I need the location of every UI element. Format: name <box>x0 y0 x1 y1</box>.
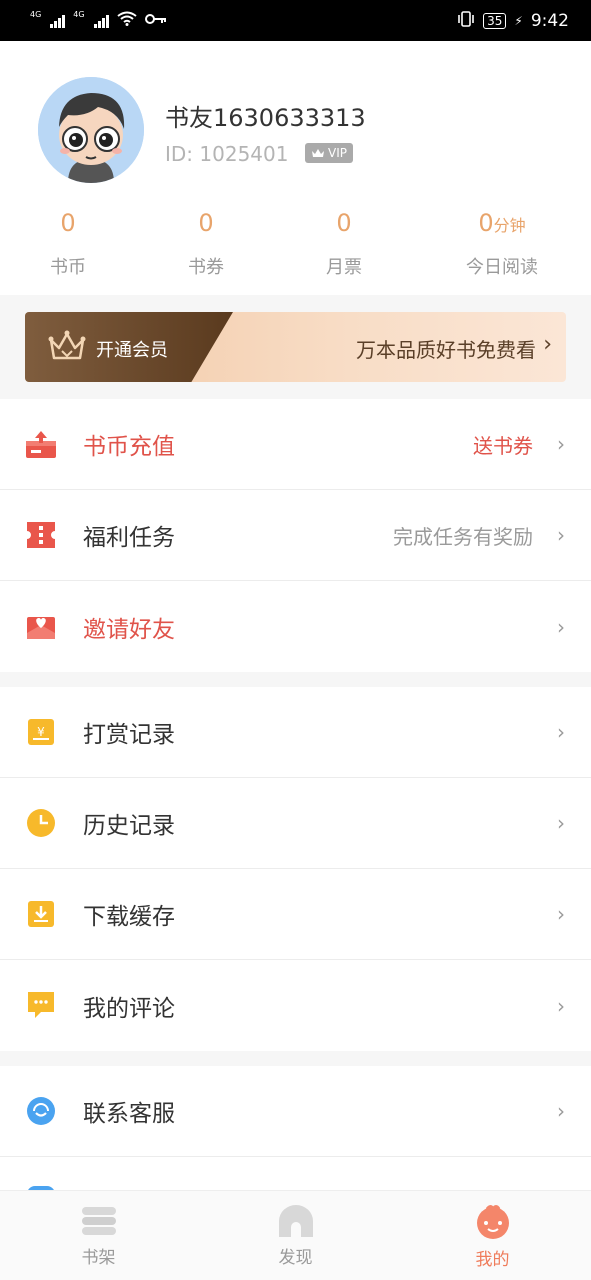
menu-row-reward-records[interactable]: ¥ 打赏记录 › <box>0 687 591 778</box>
vip-open-label: 开通会员 <box>96 340 168 361</box>
coin-recharge-icon <box>25 428 57 460</box>
chevron-right-icon: › <box>557 432 565 456</box>
chevron-right-icon: › <box>557 811 565 835</box>
svg-text:¥: ¥ <box>37 725 45 739</box>
menu-label: 我的评论 <box>83 995 175 1022</box>
chevron-right-icon: › <box>557 1099 565 1123</box>
menu-label: 联系客服 <box>83 1101 175 1127</box>
menu-row-tasks[interactable]: 福利任务 完成任务有奖励 › <box>0 490 591 581</box>
menu-row-history[interactable]: 历史记录 › <box>0 778 591 869</box>
crown-icon <box>312 149 324 157</box>
menu-row-download[interactable]: 下载缓存 › <box>0 869 591 960</box>
bottom-nav: 书架 发现 我的 <box>0 1190 591 1280</box>
stat-label: 书币 <box>50 257 86 278</box>
menu-group-wallet: 书币充值 送书券 › 福利任务 完成任务有奖励 › 邀请好友 › <box>0 399 591 672</box>
reward-icon: ¥ <box>25 716 57 748</box>
stat-coins[interactable]: 0 书币 <box>8 209 128 279</box>
menu-row-comments[interactable]: 我的评论 › <box>0 960 591 1051</box>
battery-indicator: 35 <box>483 12 507 29</box>
stat-value: 0 <box>478 209 494 237</box>
vip-badge: VIP <box>305 143 353 163</box>
stat-monthly-tickets[interactable]: 0 月票 <box>284 209 404 279</box>
crown-icon <box>48 330 86 360</box>
vibrate-icon <box>457 10 475 31</box>
clock-time: 9:42 <box>530 10 569 31</box>
discover-icon <box>278 1205 313 1237</box>
nav-mine[interactable]: 我的 <box>394 1191 591 1280</box>
clock-icon <box>25 807 57 839</box>
nav-bookshelf[interactable]: 书架 <box>0 1191 197 1280</box>
key-icon <box>144 13 167 29</box>
charging-icon: ⚡ <box>514 13 523 28</box>
menu-row-recharge[interactable]: 书币充值 送书券 › <box>0 399 591 490</box>
stat-coupons[interactable]: 0 书券 <box>146 209 266 279</box>
menu-group-support: 联系客服 › <box>0 1066 591 1194</box>
avatar[interactable] <box>38 77 144 183</box>
stat-label: 书券 <box>188 257 224 278</box>
menu-label: 下载缓存 <box>83 904 175 930</box>
signal-icon-2 <box>93 14 109 28</box>
signal-icon <box>50 14 66 28</box>
profile-section: 书友1630633313 ID: 1025401 VIP 0 书币 0 书券 0… <box>0 41 591 295</box>
menu-group-records: ¥ 打赏记录 › 历史记录 › 下载缓存 › 我的评论 › <box>0 687 591 1051</box>
chevron-right-icon: › <box>557 523 565 547</box>
mine-icon <box>476 1205 509 1239</box>
chevron-right-icon: › <box>543 332 552 357</box>
vip-banner[interactable]: 开通会员 万本品质好书免费看 › <box>25 312 566 382</box>
network-type-1: 4G <box>30 10 42 19</box>
user-id: ID: 1025401 <box>165 142 289 166</box>
nav-discover[interactable]: 发现 <box>197 1191 394 1280</box>
username: 书友1630633313 <box>165 104 366 132</box>
envelope-heart-icon <box>25 610 57 642</box>
menu-label: 书币充值 <box>83 434 175 460</box>
support-icon <box>25 1095 57 1127</box>
chevron-right-icon: › <box>557 993 565 1018</box>
network-type-2: 4G <box>73 10 85 19</box>
menu-label: 打赏记录 <box>83 722 175 748</box>
ticket-icon <box>25 519 57 551</box>
chevron-right-icon: › <box>557 614 565 639</box>
comment-icon <box>25 989 57 1021</box>
nav-label: 发现 <box>278 1248 313 1268</box>
menu-row-invite[interactable]: 邀请好友 › <box>0 581 591 672</box>
chevron-right-icon: › <box>557 720 565 744</box>
vip-promo-text: 万本品质好书免费看 <box>356 338 536 362</box>
chevron-right-icon: › <box>557 902 565 926</box>
menu-label: 福利任务 <box>83 525 175 551</box>
vip-badge-label: VIP <box>328 146 347 160</box>
download-icon <box>25 898 57 930</box>
menu-extra: 完成任务有奖励 <box>393 524 533 549</box>
stat-reading-today[interactable]: 0分钟 今日阅读 <box>442 209 562 279</box>
menu-row-support[interactable]: 联系客服 › <box>0 1066 591 1157</box>
menu-extra: 送书券 <box>473 433 533 458</box>
stat-value: 0 <box>198 209 214 237</box>
stat-value: 0 <box>336 209 352 237</box>
nav-label: 我的 <box>475 1250 510 1270</box>
stat-unit: 分钟 <box>493 216 526 235</box>
status-bar: 4G 4G 35 ⚡ 9:42 <box>0 0 591 41</box>
stat-label: 月票 <box>326 257 362 278</box>
menu-label: 邀请好友 <box>83 616 175 643</box>
stat-label: 今日阅读 <box>466 257 538 278</box>
wifi-icon <box>116 11 137 30</box>
bookshelf-icon <box>81 1207 116 1235</box>
nav-label: 书架 <box>81 1248 116 1268</box>
menu-label: 历史记录 <box>83 813 175 839</box>
stat-value: 0 <box>60 209 76 237</box>
